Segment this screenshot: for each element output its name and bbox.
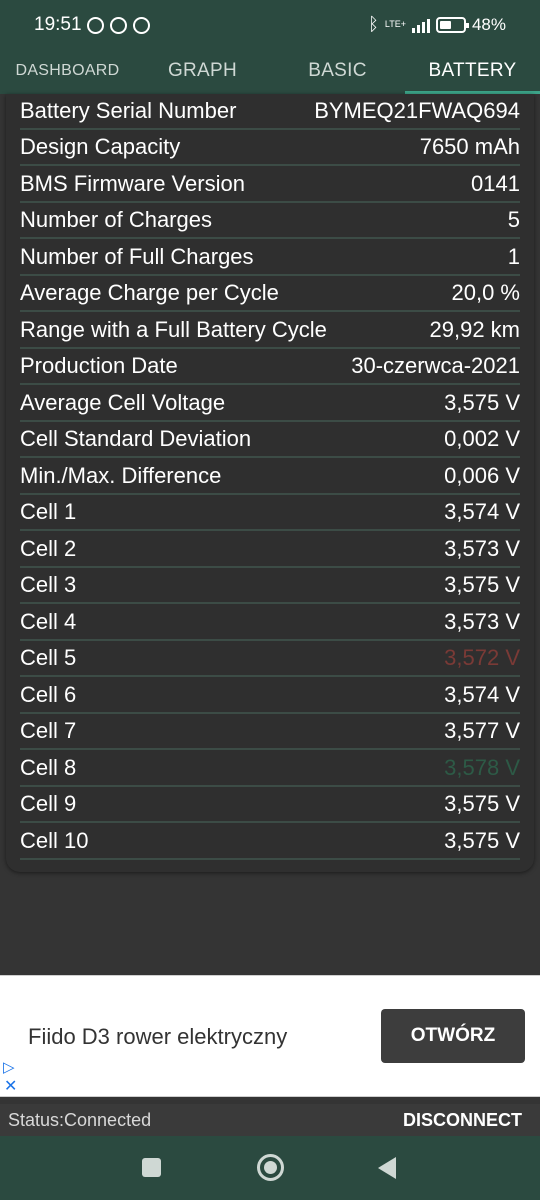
battery-info-row: Min./Max. Difference 0,006 V: [20, 459, 520, 495]
row-label: Battery Serial Number: [20, 98, 237, 123]
row-value: 3,574 V: [444, 682, 520, 707]
row-value: 0,002 V: [444, 426, 520, 451]
row-label: Production Date: [20, 353, 178, 378]
row-label: Cell 6: [20, 682, 77, 707]
row-value: 3,577 V: [444, 718, 520, 743]
battery-info-row: Cell 8 3,578 V: [20, 751, 520, 787]
row-label: Cell 4: [20, 609, 77, 634]
system-nav-bar: [0, 1136, 540, 1200]
row-label: Cell 10: [20, 828, 89, 853]
battery-percent: 48%: [471, 14, 506, 34]
battery-info-row: Cell 10 3,575 V: [20, 824, 520, 860]
back-icon[interactable]: [378, 1157, 396, 1179]
status-time: 19:51: [34, 14, 82, 35]
battery-info-row: Number of Full Charges 1: [20, 240, 520, 276]
row-value: 3,573 V: [444, 609, 520, 634]
row-value: 20,0 %: [451, 280, 521, 305]
row-label: Cell 9: [20, 791, 77, 816]
battery-info-row: Range with a Full Battery Cycle 29,92 km: [20, 313, 520, 349]
ad-title[interactable]: Fiido D3 rower elektryczny: [28, 1024, 287, 1050]
row-value: 7650 mAh: [419, 134, 520, 159]
row-value: 3,575 V: [444, 791, 520, 816]
battery-info-row: Cell 2 3,573 V: [20, 532, 520, 568]
row-label: BMS Firmware Version: [20, 171, 245, 196]
row-value: 0141: [471, 171, 520, 196]
row-label: Cell 2: [20, 536, 77, 561]
home-icon[interactable]: [257, 1154, 284, 1181]
messenger-icon: [87, 17, 104, 34]
battery-info-row: Cell 3 3,575 V: [20, 568, 520, 604]
row-value: 0,006 V: [444, 463, 520, 488]
battery-info-row: Battery Serial Number BYMEQ21FWAQ694: [20, 94, 520, 130]
tab-bar: DASHBOARD GRAPH BASIC BATTERY: [0, 48, 540, 94]
battery-info-row: Cell Standard Deviation 0,002 V: [20, 422, 520, 458]
row-label: Cell 1: [20, 499, 77, 524]
ad-banner[interactable]: Fiido D3 rower elektryczny OTWÓRZ ▷ ✕: [0, 975, 540, 1097]
disconnect-button[interactable]: DISCONNECT: [403, 1110, 522, 1131]
signal-icon: [411, 17, 430, 33]
close-icon[interactable]: ✕: [4, 1076, 17, 1096]
row-label: Average Charge per Cycle: [20, 280, 279, 305]
battery-icon: [435, 16, 469, 33]
row-value: 3,575 V: [444, 572, 520, 597]
battery-info-row: Cell 6 3,574 V: [20, 678, 520, 714]
row-value: 3,574 V: [444, 499, 520, 524]
battery-level-fill: [439, 20, 451, 29]
battery-info-row: Cell 5 3,572 V: [20, 641, 520, 677]
row-label: Average Cell Voltage: [20, 390, 226, 415]
adchoices-icon[interactable]: ▷: [3, 1058, 15, 1076]
row-value: BYMEQ21FWAQ694: [314, 98, 520, 123]
row-value: 5: [507, 207, 520, 232]
network-type: LTE+: [384, 19, 406, 29]
battery-info-row: Cell 4 3,573 V: [20, 605, 520, 641]
row-label: Cell 7: [20, 718, 77, 743]
battery-info-row: Average Charge per Cycle 20,0 %: [20, 276, 520, 312]
recents-icon[interactable]: [142, 1158, 161, 1177]
battery-info-row: Production Date 30-czerwca-2021: [20, 349, 520, 385]
row-value: 3,572 V: [444, 645, 520, 670]
connection-bar: Status:Connected DISCONNECT: [0, 1104, 540, 1136]
messenger-icon-2: [110, 17, 127, 34]
battery-info-row: Number of Charges 5: [20, 203, 520, 239]
tab-battery[interactable]: BATTERY: [405, 48, 540, 94]
smiley-icon: [133, 17, 150, 34]
battery-info-row: Average Cell Voltage 3,575 V: [20, 386, 520, 422]
row-label: Cell 5: [20, 645, 77, 670]
notification-icons: [87, 17, 150, 34]
tab-dashboard[interactable]: DASHBOARD: [0, 48, 135, 94]
row-label: Cell 8: [20, 755, 77, 780]
system-status-bar: 19:51 ᛒ LTE+ 48%: [0, 0, 540, 48]
row-value: 3,575 V: [444, 390, 520, 415]
battery-info-row: Cell 7 3,577 V: [20, 714, 520, 750]
ad-open-button[interactable]: OTWÓRZ: [381, 1009, 525, 1063]
row-value: 30-czerwca-2021: [351, 353, 520, 378]
row-label: Min./Max. Difference: [20, 463, 222, 488]
row-value: 3,575 V: [444, 828, 520, 853]
tab-basic[interactable]: BASIC: [270, 48, 405, 94]
row-value: 1: [507, 244, 520, 269]
battery-info-row: BMS Firmware Version 0141: [20, 167, 520, 203]
battery-info-row: Design Capacity 7650 mAh: [20, 130, 520, 166]
battery-info-row: Cell 1 3,574 V: [20, 495, 520, 531]
tab-graph[interactable]: GRAPH: [135, 48, 270, 94]
row-label: Number of Charges: [20, 207, 212, 232]
row-value: 3,573 V: [444, 536, 520, 561]
battery-info-row: Cell 9 3,575 V: [20, 787, 520, 823]
row-label: Cell Standard Deviation: [20, 426, 252, 451]
battery-info-card: Battery Serial Number BYMEQ21FWAQ694 Desig…: [6, 94, 534, 872]
row-label: Number of Full Charges: [20, 244, 254, 269]
row-value: 3,578 V: [444, 755, 520, 780]
row-label: Range with a Full Battery Cycle: [20, 317, 327, 342]
bluetooth-icon: ᛒ: [368, 14, 379, 34]
row-label: Cell 3: [20, 572, 77, 597]
row-value: 29,92 km: [429, 317, 521, 342]
connection-status: Status:Connected: [8, 1110, 152, 1130]
status-right: ᛒ LTE+ 48%: [368, 14, 506, 35]
row-label: Design Capacity: [20, 134, 181, 159]
